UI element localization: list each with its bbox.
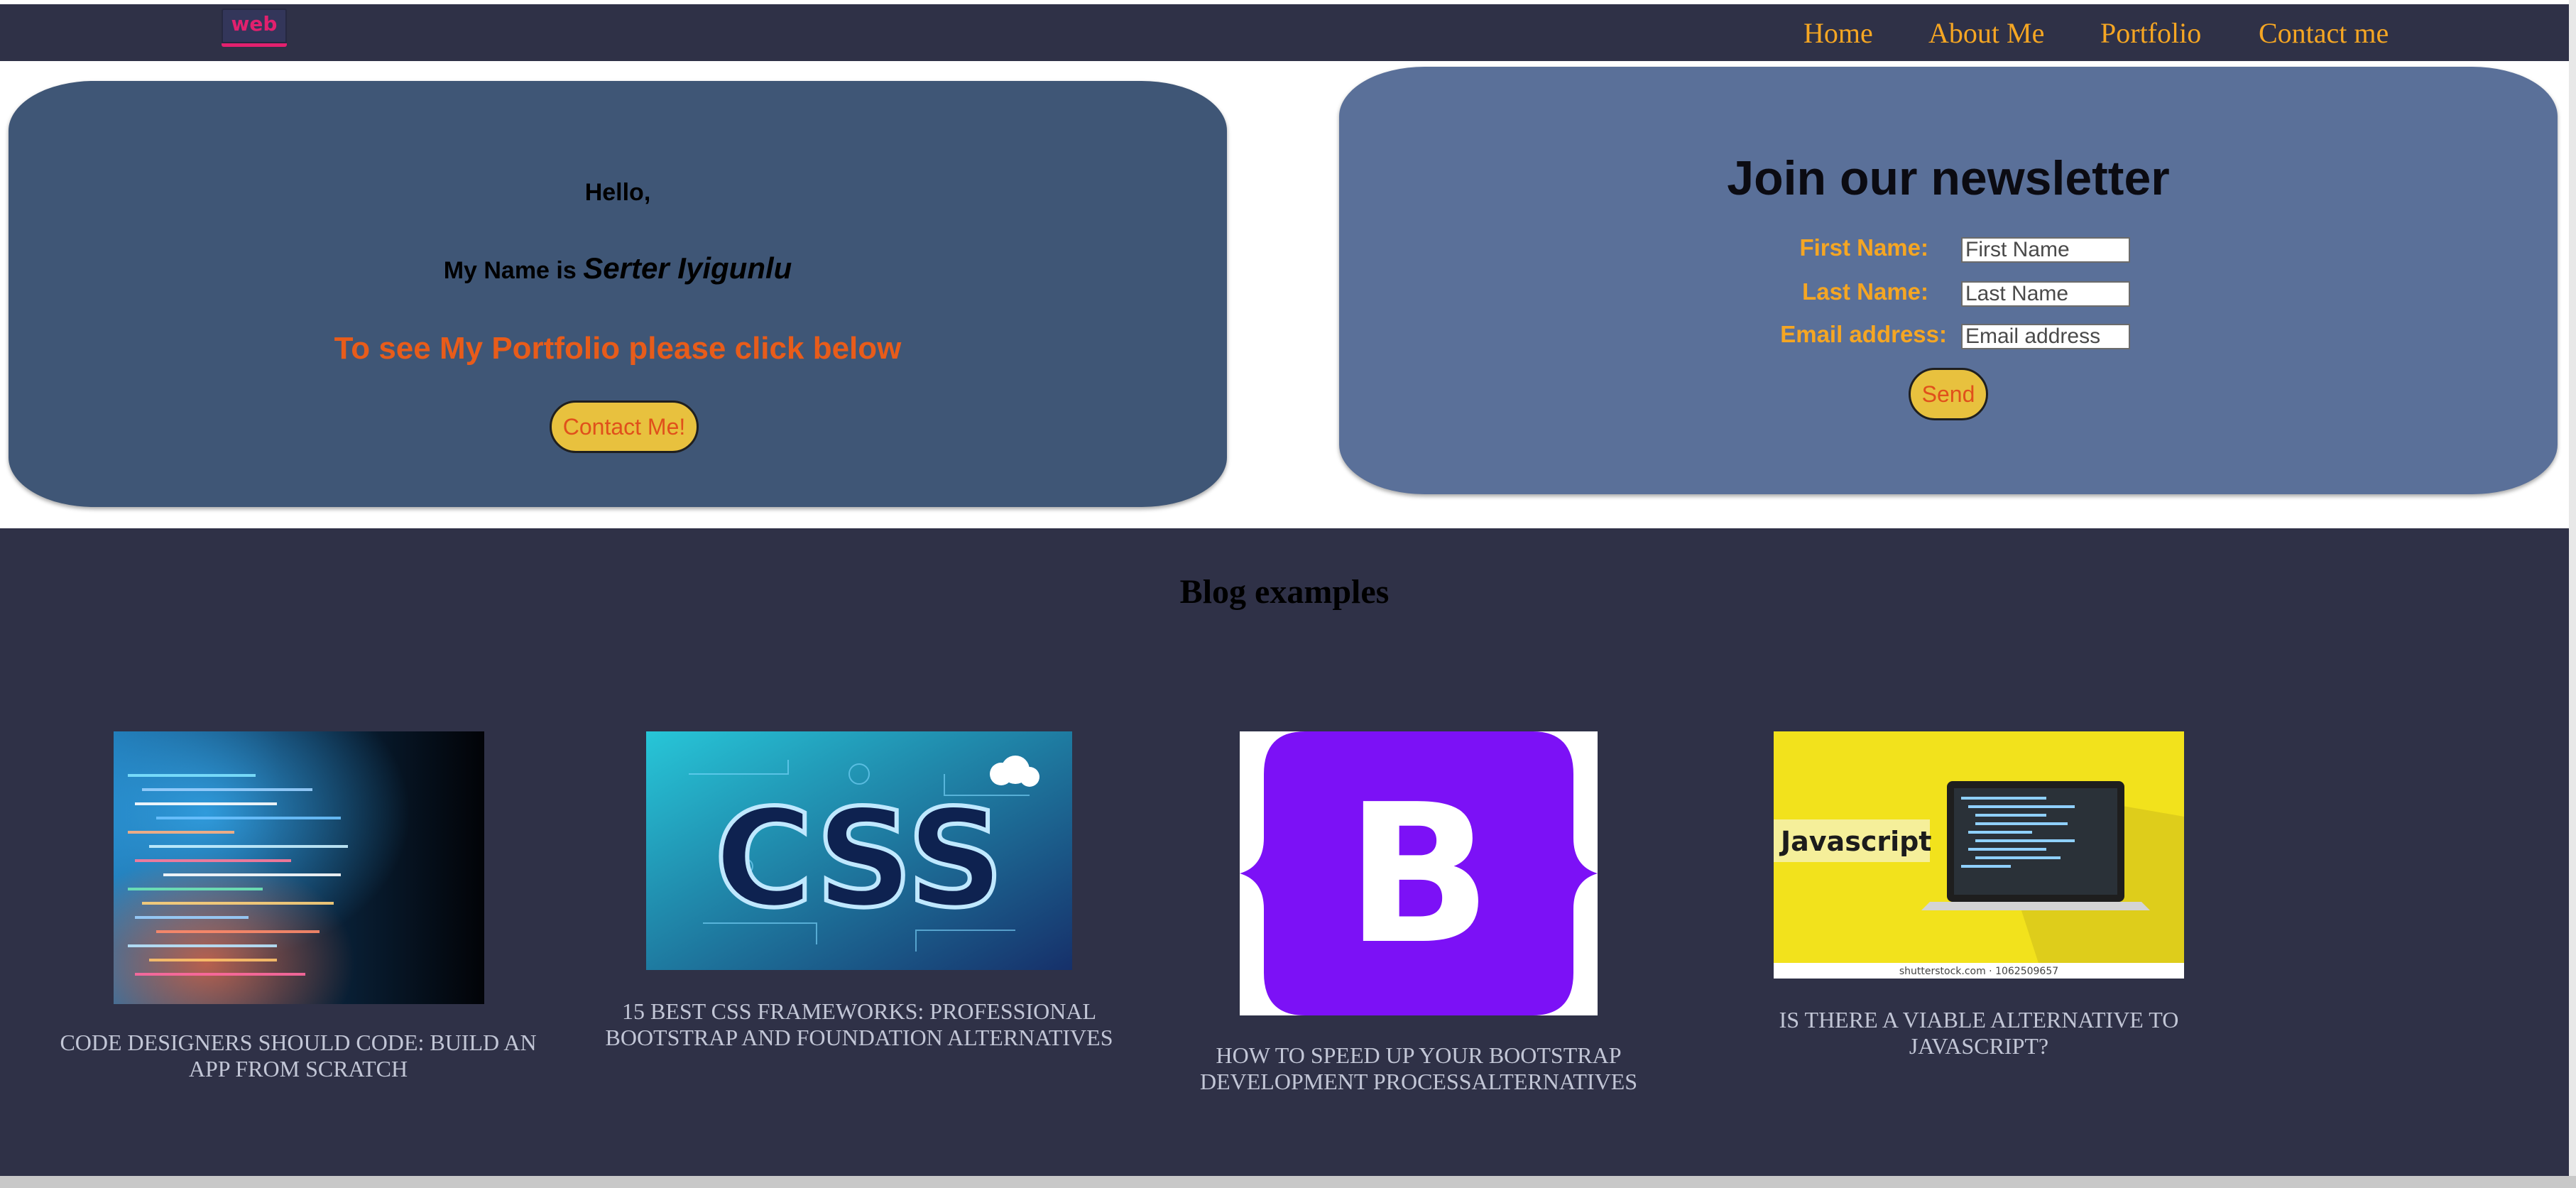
javascript-laptop-graphic: Javascript shutterstock.com · 1062509657 (1774, 731, 2184, 979)
bootstrap-logo-graphic: B (1240, 731, 1598, 1015)
nav-about-me[interactable]: About Me (1928, 16, 2044, 51)
nav-home[interactable]: Home (1803, 16, 1873, 51)
hero-greeting: Hello, (584, 179, 651, 206)
first-name-label: First Name: (1799, 234, 1928, 261)
hero-name-prefix: My Name is (443, 257, 577, 284)
css-logo-image[interactable]: CSS (646, 731, 1072, 970)
blog-title: Blog examples (1179, 573, 1390, 611)
bootstrap-logo-image[interactable]: B (1240, 731, 1598, 1015)
logo[interactable]: web (222, 9, 287, 47)
email-input[interactable] (1961, 324, 2130, 349)
code-screen-graphic (114, 731, 484, 1004)
send-button[interactable]: Send (1909, 368, 1988, 420)
newsletter-card: Join our newsletter First Name: Last Nam… (1339, 67, 2558, 494)
blog-section: Blog examples CODE DESIGNERS SHOULD CODE… (0, 528, 2569, 1176)
hero-name: Serter Iyigunlu (583, 251, 792, 285)
blog-post-4-title[interactable]: Is there a viable alternative to JavaScr… (1761, 1007, 2197, 1059)
svg-text:B: B (1346, 763, 1492, 986)
first-name-input[interactable] (1961, 237, 2130, 263)
hero-name-line: My Name is Serter Iyigunlu (9, 251, 1227, 285)
vertical-scrollbar[interactable] (2569, 0, 2576, 1176)
nav-contact-me[interactable]: Contact me (2259, 16, 2389, 51)
svg-text:shutterstock.com · 1062509657: shutterstock.com · 1062509657 (1899, 966, 2058, 977)
horizontal-scrollbar[interactable] (0, 1176, 2576, 1188)
svg-text:CSS: CSS (714, 780, 1004, 937)
blog-post-3-title[interactable]: How to speed up your Bootstrap developme… (1179, 1042, 1659, 1095)
last-name-input[interactable] (1961, 281, 2130, 307)
nav-portfolio[interactable]: Portfolio (2100, 16, 2201, 51)
svg-text:Javascript: Javascript (1779, 826, 1931, 857)
hero-card: Hello, My Name is Serter Iyigunlu To see… (9, 81, 1227, 507)
blog-post-1-title[interactable]: Code designers should code: Build an app… (43, 1030, 554, 1082)
navbar: web Home About Me Portfolio Contact me (0, 4, 2569, 61)
blog-post-2-title[interactable]: 15 Best CSS Frameworks: Professional Boo… (596, 998, 1122, 1051)
email-label: Email address: (1780, 321, 1947, 347)
contact-me-button[interactable]: Contact Me! (550, 400, 699, 453)
portfolio-hint: To see My Portfolio please click below (334, 331, 902, 366)
code-screen-image[interactable] (114, 731, 484, 1004)
css-logo-graphic: CSS (646, 731, 1072, 970)
last-name-label: Last Name: (1802, 278, 1928, 305)
javascript-laptop-image[interactable]: Javascript shutterstock.com · 1062509657 (1774, 731, 2184, 979)
newsletter-title: Join our newsletter (1727, 151, 2170, 205)
